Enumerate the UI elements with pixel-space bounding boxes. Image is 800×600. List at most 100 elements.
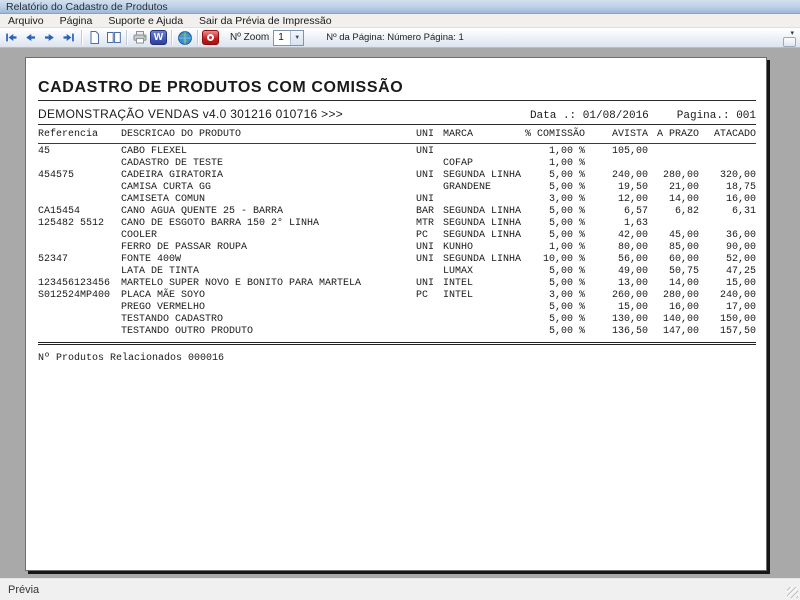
table-row: TESTANDO CADASTRO 5,00 % 130,00 140,00 1… (38, 314, 756, 326)
table-row: CAMISETA COMUN UNI 3,00 % 12,00 14,00 16… (38, 194, 756, 206)
cell-avista: 49,00 (585, 266, 648, 278)
report-date: Data .: 01/08/2016 (530, 110, 649, 122)
last-page-icon (61, 30, 76, 45)
cell-comissao: 1,00 % (523, 146, 585, 158)
next-page-button[interactable] (40, 29, 59, 47)
cell-referencia (38, 326, 121, 338)
cell-avista: 80,00 (585, 242, 648, 254)
previous-page-button[interactable] (21, 29, 40, 47)
cell-uni: UNI (416, 242, 443, 254)
cell-descricao: CANO DE ESGOTO BARRA 150 2° LINHA (121, 218, 416, 230)
cell-comissao: 5,00 % (523, 170, 585, 182)
cell-comissao: 3,00 % (523, 194, 585, 206)
cell-aprazo (648, 146, 699, 158)
toolbar-overflow[interactable]: ▾ (780, 28, 798, 48)
print-button[interactable] (130, 29, 149, 47)
cell-descricao: CADEIRA GIRATORIA (121, 170, 416, 182)
preview-workspace: CADASTRO DE PRODUTOS COM COMISSÃO DEMONS… (0, 48, 800, 578)
cell-atacado: 15,00 (699, 278, 756, 290)
cell-marca: SEGUNDA LINHA (443, 170, 523, 182)
cell-descricao: CAMISA CURTA GG (121, 182, 416, 194)
cell-comissao: 5,00 % (523, 314, 585, 326)
zoom-dropdown[interactable]: 1 ▼ (273, 30, 304, 46)
cell-atacado: 150,00 (699, 314, 756, 326)
cell-marca (443, 146, 523, 158)
table-row: 125482 5512 CANO DE ESGOTO BARRA 150 2° … (38, 218, 756, 230)
cell-referencia (38, 182, 121, 194)
report-page-number: Pagina.: 001 (677, 110, 756, 122)
table-row: 45 CABO FLEXEL UNI 1,00 % 105,00 (38, 146, 756, 158)
cell-uni (416, 326, 443, 338)
cell-aprazo: 280,00 (648, 170, 699, 182)
menu-item[interactable]: Página (52, 14, 101, 28)
table-row: LATA DE TINTA LUMAX 5,00 % 49,00 50,75 4… (38, 266, 756, 278)
page-number-info: Nº da Página: Número Página: 1 (326, 32, 464, 43)
cell-descricao: TESTANDO OUTRO PRODUTO (121, 326, 416, 338)
cell-uni (416, 182, 443, 194)
table-row: FERRO DE PASSAR ROUPA UNI KUNHO 1,00 % 8… (38, 242, 756, 254)
cell-avista: 56,00 (585, 254, 648, 266)
cell-referencia: 125482 5512 (38, 218, 121, 230)
cell-avista: 15,00 (585, 302, 648, 314)
export-word-button[interactable]: W (149, 29, 168, 47)
two-page-view-button[interactable] (104, 29, 123, 47)
cell-comissao: 3,00 % (523, 290, 585, 302)
window-titlebar: Relatório do Cadastro de Produtos (0, 0, 800, 14)
table-body: 45 CABO FLEXEL UNI 1,00 % 105,00 CADASTR… (38, 146, 756, 338)
cell-descricao: PLACA MÃE SOYO (121, 290, 416, 302)
cell-comissao: 5,00 % (523, 302, 585, 314)
cell-avista (585, 158, 648, 170)
cell-uni: PC (416, 290, 443, 302)
cell-referencia (38, 302, 121, 314)
cell-atacado: 6,31 (699, 206, 756, 218)
table-row: CA15454 CANO AGUA QUENTE 25 - BARRA BAR … (38, 206, 756, 218)
cell-marca: SEGUNDA LINHA (443, 206, 523, 218)
menu-item[interactable]: Sair da Prévia de Impressão (191, 14, 339, 28)
cell-uni: PC (416, 230, 443, 242)
table-row: PREGO VERMELHO 5,00 % 15,00 16,00 17,00 (38, 302, 756, 314)
close-preview-icon (202, 30, 219, 45)
single-page-icon (87, 30, 102, 45)
cell-descricao: TESTANDO CADASTRO (121, 314, 416, 326)
statusbar-text: Prévia (8, 584, 39, 596)
overflow-chevron-icon: ▾ (790, 29, 794, 37)
cell-referencia: 454575 (38, 170, 121, 182)
window-title: Relatório do Cadastro de Produtos (6, 1, 168, 13)
table-row: S012524MP400 PLACA MÃE SOYO PC INTEL 3,0… (38, 290, 756, 302)
table-header-row: Referencia DESCRICAO DO PRODUTO UNI MARC… (38, 129, 756, 141)
cell-comissao: 5,00 % (523, 218, 585, 230)
single-page-view-button[interactable] (85, 29, 104, 47)
toolbar-separator (171, 30, 172, 45)
resize-grip[interactable] (787, 587, 798, 598)
first-page-button[interactable] (2, 29, 21, 47)
cell-aprazo: 14,00 (648, 194, 699, 206)
table-row: COOLER PC SEGUNDA LINHA 5,00 % 42,00 45,… (38, 230, 756, 242)
cell-comissao: 5,00 % (523, 206, 585, 218)
last-page-button[interactable] (59, 29, 78, 47)
cell-avista: 12,00 (585, 194, 648, 206)
cell-uni (416, 266, 443, 278)
menu-item[interactable]: Suporte e Ajuda (100, 14, 191, 28)
menu-item[interactable]: Arquivo (0, 14, 52, 28)
web-button[interactable] (175, 29, 194, 47)
cell-avista: 260,00 (585, 290, 648, 302)
cell-comissao: 5,00 % (523, 182, 585, 194)
cell-uni: BAR (416, 206, 443, 218)
cell-atacado (699, 158, 756, 170)
cell-descricao: CABO FLEXEL (121, 146, 416, 158)
chevron-down-icon[interactable]: ▼ (290, 31, 303, 45)
cell-marca: GRANDENE (443, 182, 523, 194)
cell-descricao: PREGO VERMELHO (121, 302, 416, 314)
cell-atacado: 157,50 (699, 326, 756, 338)
column-header-comissao: % COMISSÃO (523, 129, 585, 141)
app-window: Relatório do Cadastro de Produtos Arquiv… (0, 0, 800, 600)
cell-marca: COFAP (443, 158, 523, 170)
overflow-button[interactable] (783, 37, 796, 47)
report-footer: Nº Produtos Relacionados 000016 (38, 353, 756, 365)
divider (38, 124, 756, 125)
cell-referencia (38, 194, 121, 206)
cell-descricao: LATA DE TINTA (121, 266, 416, 278)
cell-aprazo: 147,00 (648, 326, 699, 338)
close-preview-button[interactable] (201, 29, 220, 47)
cell-marca: SEGUNDA LINHA (443, 254, 523, 266)
